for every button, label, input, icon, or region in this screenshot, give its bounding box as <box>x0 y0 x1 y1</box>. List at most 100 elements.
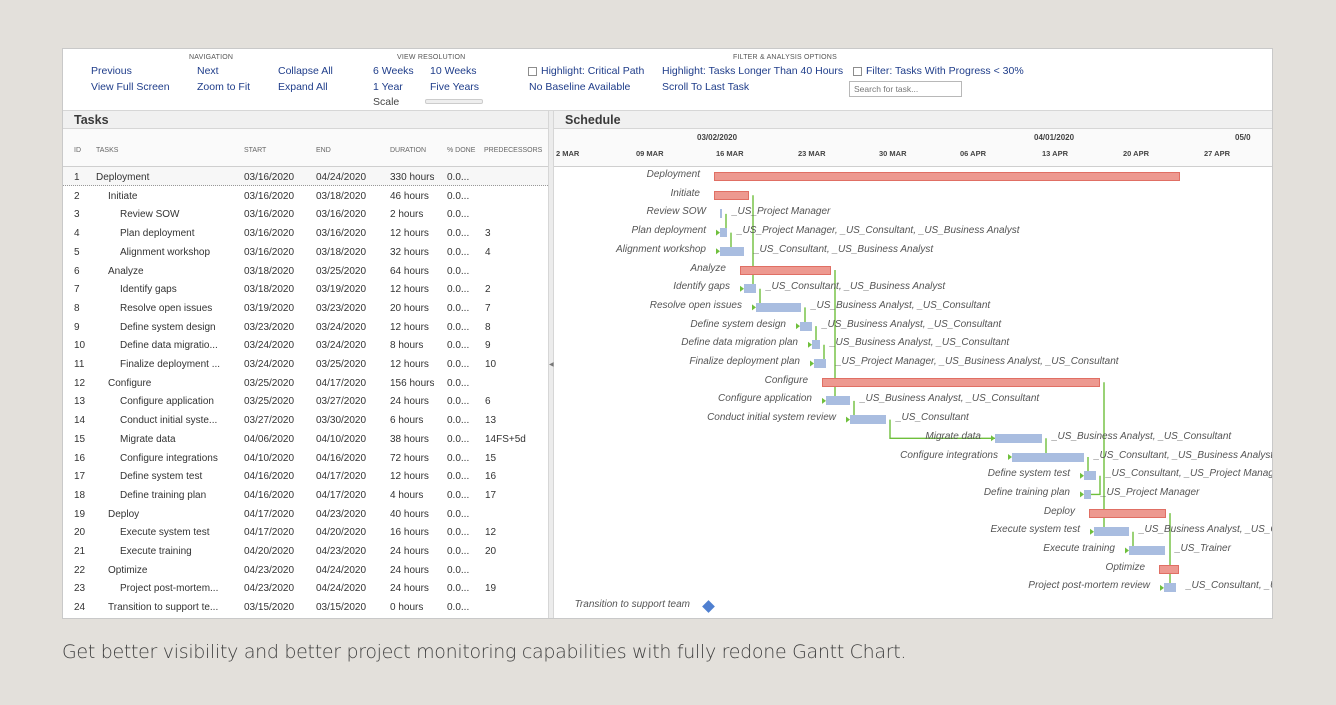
task-bar[interactable] <box>1084 489 1091 499</box>
task-bar[interactable] <box>1012 452 1084 462</box>
task-row[interactable]: 2 Initiate 03/16/2020 03/18/2020 46 hours 0.0… <box>63 186 548 205</box>
cell-start: 03/16/2020 <box>244 228 295 240</box>
task-bar[interactable] <box>720 246 744 256</box>
cell-start: 04/06/2020 <box>244 433 295 445</box>
task-bar[interactable] <box>812 340 820 350</box>
summary-bar[interactable] <box>822 377 1100 387</box>
col-start[interactable]: START <box>244 147 266 154</box>
collapse-all-button[interactable]: Collapse All <box>278 65 333 77</box>
task-row[interactable]: 12 Configure 03/25/2020 04/17/2020 156 hours… <box>63 373 548 392</box>
search-task-input[interactable] <box>849 81 962 97</box>
task-bar[interactable] <box>1094 527 1129 537</box>
progress-filter-checkbox[interactable] <box>853 67 862 76</box>
col-end[interactable]: END <box>316 147 331 154</box>
summary-bar[interactable] <box>740 265 831 275</box>
cell-predecessors: 8 <box>485 321 491 333</box>
no-baseline-button[interactable]: No Baseline Available <box>529 81 630 93</box>
task-row[interactable]: 7 Identify gaps 03/18/2020 03/19/2020 12 hou… <box>63 279 548 298</box>
task-row[interactable]: 4 Plan deployment 03/16/2020 03/16/2020 12 h… <box>63 223 548 242</box>
five-years-button[interactable]: Five Years <box>430 81 479 93</box>
six-weeks-button[interactable]: 6 Weeks <box>373 65 414 77</box>
task-row[interactable]: 5 Alignment workshop 03/16/2020 03/18/2020 3… <box>63 242 548 261</box>
task-bar[interactable] <box>720 228 727 238</box>
task-row[interactable]: 1 Deployment 03/16/2020 04/24/2020 330 hours… <box>63 167 548 186</box>
col-done[interactable]: % DONE <box>447 147 475 154</box>
next-button[interactable]: Next <box>197 65 219 77</box>
task-bar[interactable] <box>744 284 756 294</box>
cell-done: 0.0... <box>447 302 470 314</box>
col-duration[interactable]: DURATION <box>390 147 426 154</box>
summary-bar[interactable] <box>1089 508 1166 518</box>
expand-all-button[interactable]: Expand All <box>278 81 328 93</box>
scroll-to-last-task-button[interactable]: Scroll To Last Task <box>662 81 749 93</box>
gantt-task-label: Initiate <box>670 187 700 199</box>
view-resolution-section-title: VIEW RESOLUTION <box>397 54 466 61</box>
col-tasks[interactable]: TASKS <box>96 147 118 154</box>
cell-end: 04/17/2020 <box>316 471 367 483</box>
collapse-arrow-icon[interactable]: ◀ <box>549 361 554 368</box>
task-row[interactable]: 11 Finalize deployment ... 03/24/2020 03/25… <box>63 354 548 373</box>
one-year-button[interactable]: 1 Year <box>373 81 403 93</box>
task-row[interactable]: 19 Deploy 04/17/2020 04/23/2020 40 hours 0.0.… <box>63 504 548 523</box>
task-row[interactable]: 6 Analyze 03/18/2020 03/25/2020 64 hours 0.0.… <box>63 261 548 280</box>
summary-bar[interactable] <box>1159 564 1179 574</box>
task-row[interactable]: 10 Define data migratio... 03/24/2020 03/24… <box>63 335 548 354</box>
task-bar[interactable] <box>756 302 801 312</box>
task-bar[interactable] <box>995 433 1042 443</box>
task-row[interactable]: 9 Define system design 03/23/2020 03/24/202… <box>63 317 548 336</box>
task-row[interactable]: 21 Execute training 04/20/2020 04/23/2020 24… <box>63 541 548 560</box>
task-bar[interactable] <box>800 321 812 331</box>
task-row[interactable]: 3 Review SOW 03/16/2020 03/16/2020 2 hours 0.… <box>63 204 548 223</box>
col-predecessors[interactable]: PREDECESSORS <box>484 147 542 154</box>
cell-duration: 38 hours <box>390 433 429 445</box>
task-bar[interactable] <box>850 415 886 425</box>
task-bar[interactable] <box>720 209 722 219</box>
cell-end: 04/24/2020 <box>316 564 367 576</box>
cell-task-name: Resolve open issues <box>120 302 213 314</box>
cell-end: 04/20/2020 <box>316 527 367 539</box>
highlight-long-tasks-button[interactable]: Highlight: Tasks Longer Than 40 Hours <box>662 65 843 77</box>
cell-end: 03/15/2020 <box>316 602 367 614</box>
gantt-task-label: Configure <box>764 374 808 386</box>
task-row[interactable]: 17 Define system test 04/16/2020 04/17/2020… <box>63 466 548 485</box>
task-row[interactable]: 16 Configure integrations 04/10/2020 04/16/… <box>63 448 548 467</box>
cell-end: 04/17/2020 <box>316 489 367 501</box>
highlight-critical-path-label[interactable]: Highlight: Critical Path <box>541 65 644 77</box>
task-row[interactable]: 20 Execute system test 04/17/2020 04/20/202… <box>63 522 548 541</box>
cell-duration: 20 hours <box>390 302 429 314</box>
cell-duration: 12 hours <box>390 228 429 240</box>
cell-start: 03/18/2020 <box>244 284 295 296</box>
task-row[interactable]: 15 Migrate data 04/06/2020 04/10/2020 38 hou… <box>63 429 548 448</box>
task-row[interactable]: 13 Configure application 03/25/2020 03/27/2… <box>63 391 548 410</box>
task-bar[interactable] <box>814 359 826 368</box>
scale-slider[interactable] <box>425 99 483 104</box>
cell-predecessors: 3 <box>485 228 491 240</box>
cell-id: 9 <box>74 321 80 333</box>
task-row[interactable]: 24 Transition to support te... 03/15/2020 0… <box>63 597 548 616</box>
critical-path-checkbox[interactable] <box>528 67 537 76</box>
cell-done: 0.0... <box>447 452 470 464</box>
cell-id: 19 <box>74 508 86 520</box>
task-bar[interactable] <box>1164 583 1176 593</box>
task-row[interactable]: 23 Project post-mortem... 04/23/2020 04/24/… <box>63 578 548 597</box>
cell-duration: 24 hours <box>390 546 429 557</box>
toolbar: NAVIGATION Previous Next Collapse All Vi… <box>63 49 1272 111</box>
view-full-screen-button[interactable]: View Full Screen <box>91 81 170 93</box>
cell-start: 03/23/2020 <box>244 321 295 333</box>
task-bar[interactable] <box>826 396 850 406</box>
task-bar[interactable] <box>1129 546 1165 555</box>
col-id[interactable]: ID <box>74 147 81 154</box>
filter-progress-label[interactable]: Filter: Tasks With Progress < 30% <box>866 65 1024 77</box>
zoom-to-fit-button[interactable]: Zoom to Fit <box>197 81 250 93</box>
cell-predecessors: 10 <box>485 359 497 370</box>
task-bar[interactable] <box>1084 471 1096 481</box>
summary-bar[interactable] <box>714 190 749 200</box>
ten-weeks-button[interactable]: 10 Weeks <box>430 65 477 77</box>
task-row[interactable]: 18 Define training plan 04/16/2020 04/17/20… <box>63 485 548 504</box>
task-row[interactable]: 22 Optimize 04/23/2020 04/24/2020 24 hours 0.… <box>63 560 548 579</box>
previous-button[interactable]: Previous <box>91 65 132 77</box>
cell-task-name: Define data migratio... <box>120 340 218 352</box>
task-row[interactable]: 8 Resolve open issues 03/19/2020 03/23/2020… <box>63 298 548 317</box>
summary-bar[interactable] <box>714 172 1180 181</box>
task-row[interactable]: 14 Conduct initial syste... 03/27/2020 03/3… <box>63 410 548 429</box>
